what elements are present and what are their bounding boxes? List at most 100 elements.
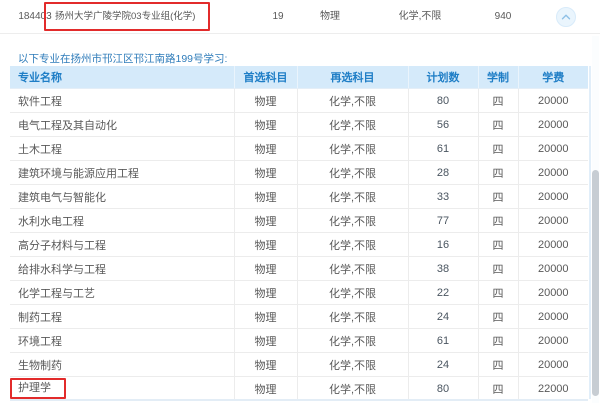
table-right-edge bbox=[589, 66, 591, 399]
second-subject-cell: 化学,不限 bbox=[297, 233, 408, 257]
fee-cell: 20000 bbox=[518, 233, 588, 257]
scrollbar-thumb[interactable] bbox=[592, 170, 599, 396]
duration-cell: 四 bbox=[478, 377, 518, 401]
specialty-name-cell: 生物制药 bbox=[10, 353, 234, 377]
group-name-annotation-box: 扬州大学广陵学院03专业组(化学) bbox=[44, 2, 210, 31]
second-subject-cell: 化学,不限 bbox=[297, 329, 408, 353]
table-row: 软件工程物理化学,不限80四20000 bbox=[10, 89, 588, 113]
plan-count-cell: 80 bbox=[408, 377, 478, 401]
fee-cell: 20000 bbox=[518, 89, 588, 113]
first-subject-cell: 物理 bbox=[234, 113, 297, 137]
duration-cell: 四 bbox=[478, 89, 518, 113]
specialty-table-body: 软件工程物理化学,不限80四20000电气工程及其自动化物理化学,不限56四20… bbox=[10, 89, 588, 401]
plan-count-cell: 38 bbox=[408, 257, 478, 281]
campus-note: 以下专业在扬州市邗江区邗江南路199号学习: bbox=[18, 51, 227, 66]
group-name: 扬州大学广陵学院03专业组(化学) bbox=[55, 11, 195, 22]
plan-count-cell: 22 bbox=[408, 281, 478, 305]
fee-cell: 20000 bbox=[518, 137, 588, 161]
group-first-subject: 物理 bbox=[290, 0, 370, 33]
header-specialty-name: 专业名称 bbox=[10, 66, 234, 89]
table-row: 水利水电工程物理化学,不限77四20000 bbox=[10, 209, 588, 233]
first-subject-cell: 物理 bbox=[234, 185, 297, 209]
table-row: 护理学物理化学,不限80四22000 bbox=[10, 377, 588, 401]
header-second-subject: 再选科目 bbox=[297, 66, 408, 89]
header-first-subject: 首选科目 bbox=[234, 66, 297, 89]
table-row: 建筑环境与能源应用工程物理化学,不限28四20000 bbox=[10, 161, 588, 185]
second-subject-cell: 化学,不限 bbox=[297, 209, 408, 233]
table-row: 环境工程物理化学,不限61四20000 bbox=[10, 329, 588, 353]
fee-cell: 20000 bbox=[518, 113, 588, 137]
table-row: 生物制药物理化学,不限24四20000 bbox=[10, 353, 588, 377]
duration-cell: 四 bbox=[478, 209, 518, 233]
specialty-name-cell: 环境工程 bbox=[10, 329, 234, 353]
specialty-name-cell: 护理学 bbox=[10, 377, 234, 401]
second-subject-cell: 化学,不限 bbox=[297, 137, 408, 161]
first-subject-cell: 物理 bbox=[234, 257, 297, 281]
specialty-name-cell: 化学工程与工艺 bbox=[10, 281, 234, 305]
first-subject-cell: 物理 bbox=[234, 305, 297, 329]
first-subject-cell: 物理 bbox=[234, 89, 297, 113]
table-row: 土木工程物理化学,不限61四20000 bbox=[10, 137, 588, 161]
second-subject-cell: 化学,不限 bbox=[297, 113, 408, 137]
fee-cell: 20000 bbox=[518, 329, 588, 353]
first-subject-cell: 物理 bbox=[234, 377, 297, 401]
specialty-name-cell: 水利水电工程 bbox=[10, 209, 234, 233]
first-subject-cell: 物理 bbox=[234, 329, 297, 353]
fee-cell: 20000 bbox=[518, 305, 588, 329]
duration-cell: 四 bbox=[478, 233, 518, 257]
table-header-row: 专业名称 首选科目 再选科目 计划数 学制 学费 bbox=[10, 66, 588, 89]
panel-bottom-border bbox=[10, 399, 588, 401]
plan-count-cell: 24 bbox=[408, 305, 478, 329]
duration-cell: 四 bbox=[478, 305, 518, 329]
duration-cell: 四 bbox=[478, 113, 518, 137]
first-subject-cell: 物理 bbox=[234, 137, 297, 161]
specialty-name-cell: 土木工程 bbox=[10, 137, 234, 161]
plan-count-cell: 24 bbox=[408, 353, 478, 377]
duration-cell: 四 bbox=[478, 281, 518, 305]
specialty-table: 专业名称 首选科目 再选科目 计划数 学制 学费 软件工程物理化学,不限80四2… bbox=[10, 66, 588, 401]
duration-cell: 四 bbox=[478, 329, 518, 353]
plan-count-cell: 56 bbox=[408, 113, 478, 137]
fee-cell: 20000 bbox=[518, 161, 588, 185]
group-header-row: 184403 扬州大学广陵学院03专业组(化学) 19 物理 化学,不限 940 bbox=[0, 0, 600, 34]
duration-cell: 四 bbox=[478, 353, 518, 377]
first-subject-cell: 物理 bbox=[234, 161, 297, 185]
specialty-name-cell: 电气工程及其自动化 bbox=[10, 113, 234, 137]
table-row: 制药工程物理化学,不限24四20000 bbox=[10, 305, 588, 329]
second-subject-cell: 化学,不限 bbox=[297, 305, 408, 329]
specialty-name-cell: 建筑电气与智能化 bbox=[10, 185, 234, 209]
first-subject-cell: 物理 bbox=[234, 209, 297, 233]
specialty-name-cell: 软件工程 bbox=[10, 89, 234, 113]
duration-cell: 四 bbox=[478, 185, 518, 209]
second-subject-cell: 化学,不限 bbox=[297, 281, 408, 305]
fee-cell: 20000 bbox=[518, 185, 588, 209]
header-plan-count: 计划数 bbox=[408, 66, 478, 89]
second-subject-cell: 化学,不限 bbox=[297, 257, 408, 281]
plan-count-cell: 61 bbox=[408, 329, 478, 353]
group-score: 940 bbox=[463, 0, 543, 33]
header-fee: 学费 bbox=[518, 66, 588, 89]
plan-count-cell: 80 bbox=[408, 89, 478, 113]
fee-cell: 20000 bbox=[518, 257, 588, 281]
chevron-up-icon bbox=[561, 14, 571, 20]
duration-cell: 四 bbox=[478, 137, 518, 161]
duration-cell: 四 bbox=[478, 257, 518, 281]
specialty-name-cell: 给排水科学与工程 bbox=[10, 257, 234, 281]
fee-cell: 20000 bbox=[518, 209, 588, 233]
specialty-name-cell: 制药工程 bbox=[10, 305, 234, 329]
header-duration: 学制 bbox=[478, 66, 518, 89]
fee-cell: 22000 bbox=[518, 377, 588, 401]
second-subject-cell: 化学,不限 bbox=[297, 377, 408, 401]
table-row: 电气工程及其自动化物理化学,不限56四20000 bbox=[10, 113, 588, 137]
plan-count-cell: 77 bbox=[408, 209, 478, 233]
plan-count-cell: 33 bbox=[408, 185, 478, 209]
duration-cell: 四 bbox=[478, 161, 518, 185]
first-subject-cell: 物理 bbox=[234, 281, 297, 305]
first-subject-cell: 物理 bbox=[234, 353, 297, 377]
second-subject-cell: 化学,不限 bbox=[297, 353, 408, 377]
first-subject-cell: 物理 bbox=[234, 233, 297, 257]
plan-count-cell: 28 bbox=[408, 161, 478, 185]
collapse-button[interactable] bbox=[556, 7, 576, 27]
specialty-name-cell: 建筑环境与能源应用工程 bbox=[10, 161, 234, 185]
fee-cell: 20000 bbox=[518, 353, 588, 377]
